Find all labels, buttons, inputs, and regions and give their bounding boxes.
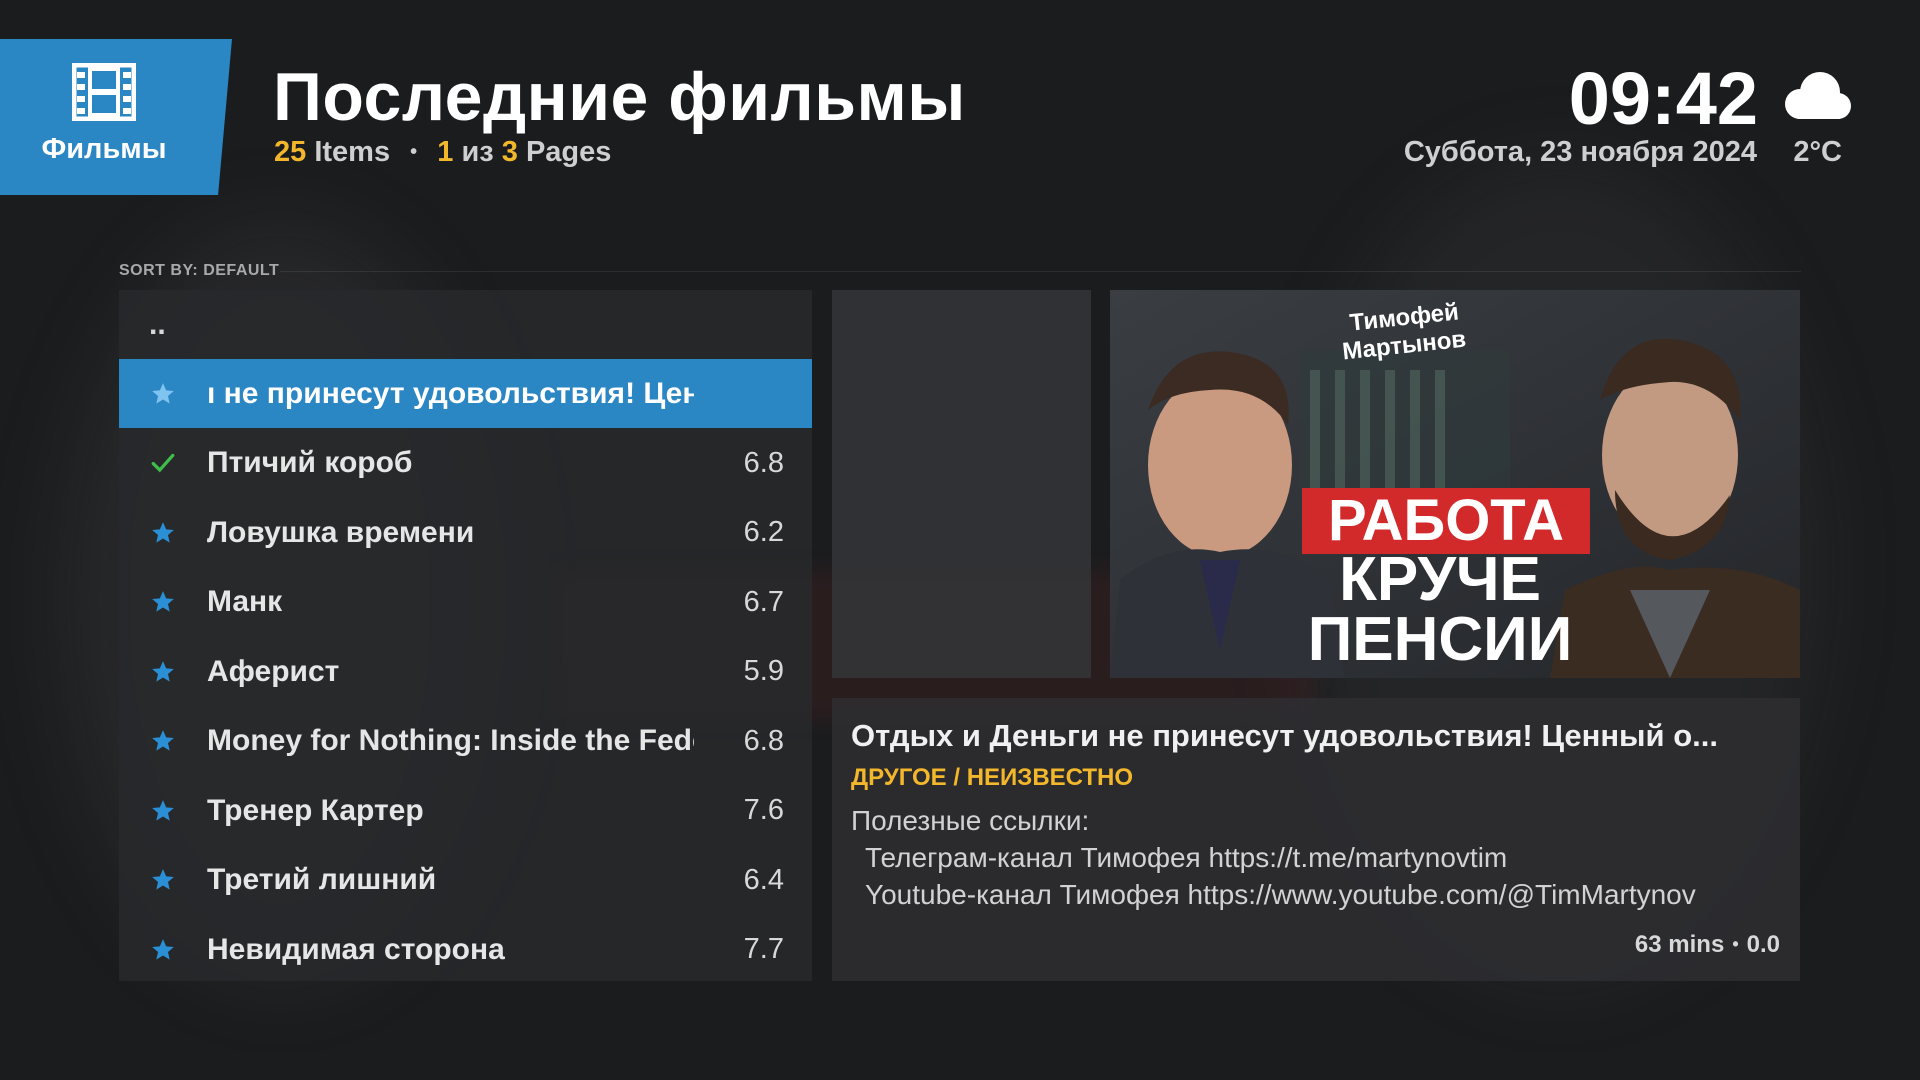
items-count: 25	[274, 136, 307, 168]
items-word: Items	[314, 136, 391, 168]
rating-label: 0.0	[1746, 931, 1780, 958]
category-label: Фильмы	[41, 132, 167, 165]
list-item[interactable]: Money for Nothing: Inside the Fede... 6.8	[119, 707, 812, 776]
poster-art: Тимофей Мартынов РАБОТА КРУЧЕ ПЕНСИИ	[1110, 290, 1800, 678]
info-genre: ДРУГОЕ / НЕИЗВЕСТНО	[851, 764, 1134, 791]
divider	[280, 271, 1801, 272]
poster-headline2: КРУЧЕ	[1339, 545, 1541, 614]
poster-headline3: ПЕНСИИ	[1308, 605, 1573, 674]
list-item-rating: 6.2	[743, 516, 784, 548]
temperature-label: 2°C	[1793, 136, 1842, 168]
list-item[interactable]: Ловушка времени 6.2	[119, 498, 812, 567]
list-item-rating: 7.6	[743, 794, 784, 826]
list-item[interactable]: Манк 6.7	[119, 568, 812, 637]
list-item-rating: 5.9	[743, 655, 784, 687]
list-item-title: Тренер Картер	[207, 793, 424, 827]
pages-word: Pages	[525, 136, 612, 168]
sort-label[interactable]: SORT BY: DEFAULT	[119, 262, 279, 280]
page-title: Последние фильмы	[273, 59, 966, 135]
info-title: Отдых и Деньги не принесут удовольствия!…	[851, 718, 1718, 753]
clock: 09:42	[1568, 57, 1758, 140]
star-icon	[119, 798, 207, 824]
star-icon	[119, 520, 207, 546]
list-item-title: ı не принесут удовольствия! Ценный опı	[207, 376, 694, 410]
poster-headline1: РАБОТА	[1328, 488, 1564, 553]
list-item-parent[interactable]: ..	[119, 290, 812, 359]
list-item[interactable]: Птичий короб 6.8	[119, 429, 812, 498]
star-icon	[119, 381, 207, 407]
info-plot: Полезные ссылки: Телеграм-канал Тимофея …	[851, 802, 1696, 913]
list-item[interactable]: Аферист 5.9	[119, 637, 812, 706]
fanart-panel	[832, 290, 1091, 678]
movie-list[interactable]: .. ı не принесут удовольствия! Ценный оп…	[119, 290, 812, 981]
info-meta: 63 mins • 0.0	[1635, 931, 1780, 959]
list-item-title: Невидимая сторона	[207, 932, 505, 966]
list-item-rating: 7.7	[743, 933, 784, 965]
list-item-title: Манк	[207, 585, 283, 618]
page-current: 1	[437, 136, 454, 168]
plot-line: Полезные ссылки:	[851, 805, 1090, 836]
star-icon	[119, 589, 207, 615]
star-icon	[119, 728, 207, 754]
list-item-title: Птичий короб	[207, 446, 413, 479]
plot-line: Youtube-канал Тимофея https://www.youtub…	[865, 879, 1696, 910]
star-icon	[119, 659, 207, 685]
separator-dot: •	[410, 141, 418, 163]
cloud-icon	[1785, 72, 1851, 119]
page-total: 3	[501, 136, 518, 168]
list-item-title: Money for Nothing: Inside the Fede...	[207, 724, 694, 757]
plot-line: Телеграм-канал Тимофея https://t.me/mart…	[865, 842, 1508, 873]
parent-folder-label: ..	[149, 307, 166, 341]
list-item-title: Третий лишний	[207, 863, 437, 896]
list-item-rating: 6.8	[743, 724, 784, 757]
duration-label: 63 mins	[1634, 931, 1725, 958]
check-icon	[119, 450, 207, 476]
list-item-title: Аферист	[207, 654, 340, 688]
date-label: Суббота, 23 ноября 2024	[1403, 136, 1757, 168]
list-item-rating: 6.7	[743, 585, 784, 618]
list-item[interactable]: ı не принесут удовольствия! Ценный опı	[119, 359, 812, 428]
list-item-rating: 6.8	[743, 446, 784, 479]
star-icon	[119, 937, 207, 963]
category-tile[interactable]: Фильмы	[0, 39, 232, 195]
list-item[interactable]: Невидимая сторона 7.7	[119, 915, 812, 984]
info-panel: Отдых и Деньги не принесут удовольствия!…	[832, 698, 1800, 981]
list-item-rating: 6.4	[743, 863, 784, 896]
page-subtitle: 25 Items • 1 из 3 Pages	[274, 136, 611, 169]
list-item[interactable]: Тренер Картер 7.6	[119, 776, 812, 845]
separator-dot: •	[1732, 934, 1739, 954]
list-item[interactable]: Третий лишний 6.4	[119, 846, 812, 915]
page-of: из	[461, 136, 494, 168]
list-item-title: Ловушка времени	[207, 515, 475, 549]
star-icon	[119, 867, 207, 893]
film-icon	[72, 62, 136, 121]
poster-image: Тимофей Мартынов РАБОТА КРУЧЕ ПЕНСИИ	[1110, 290, 1800, 678]
